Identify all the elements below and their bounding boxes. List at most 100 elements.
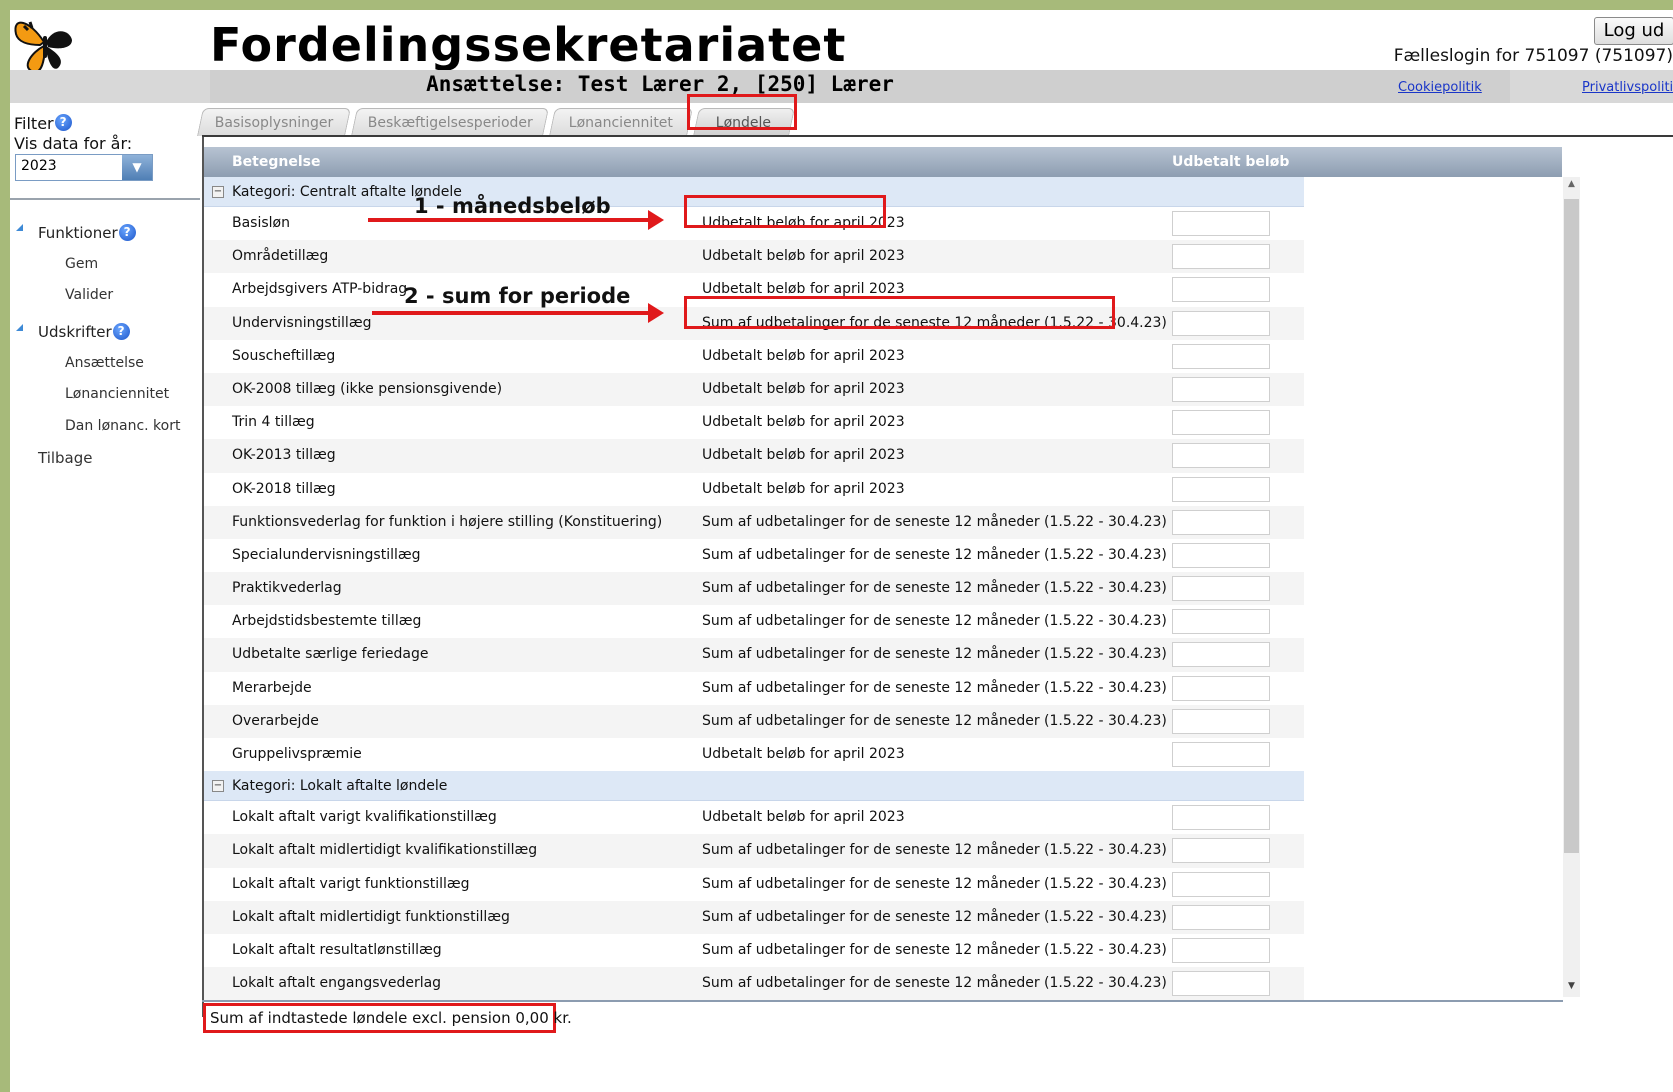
amount-input[interactable] xyxy=(1172,376,1270,402)
amount-input[interactable] xyxy=(1172,838,1270,864)
row-description: Sum af udbetalinger for de seneste 12 må… xyxy=(702,546,1167,563)
row-description: Udbetalt beløb for april 2023 xyxy=(702,380,905,397)
amount-input[interactable] xyxy=(1172,742,1270,767)
row-description: Sum af udbetalinger for de seneste 12 må… xyxy=(702,941,1167,958)
logout-button[interactable]: Log ud xyxy=(1594,17,1673,45)
table-row: Gruppelivspræmie Udbetalt beløb for april… xyxy=(204,738,1304,771)
row-description: Udbetalt beløb for april 2023 xyxy=(702,281,905,298)
row-name: Praktikvederlag xyxy=(232,580,342,597)
amount-input[interactable] xyxy=(1172,708,1270,734)
row-description: Sum af udbetalinger for de seneste 12 må… xyxy=(702,842,1167,859)
row-name: Undervisningstillæg xyxy=(232,314,372,331)
row-name: Arbejdsgivers ATP-bidrag xyxy=(232,281,408,298)
table-row: Overarbejde Sum af udbetalinger for de se… xyxy=(204,704,1304,738)
help-icon[interactable]: ? xyxy=(54,114,72,131)
col-header-udbetalt-beloeb[interactable]: Udbetalt beløb xyxy=(1172,154,1289,170)
dropdown-arrow-icon[interactable]: ▼ xyxy=(122,155,152,180)
collapse-minus-icon[interactable]: − xyxy=(212,186,224,198)
table-row: OK-2008 tillæg (ikke pensionsgivende) Udb… xyxy=(204,372,1304,407)
grid-header: Betegnelse Udbetalt beløb xyxy=(204,147,1562,177)
filter-label: Filter? xyxy=(14,114,72,133)
highlight-box-monthly xyxy=(684,195,886,228)
tab-beskaeftigelsesperioder[interactable]: Beskæftigelsesperioder xyxy=(351,108,549,136)
row-name: Basisløn xyxy=(232,215,290,231)
amount-input[interactable] xyxy=(1172,343,1270,369)
privacy-policy-link[interactable]: Privatlivspolitik xyxy=(1582,80,1673,95)
row-description: Sum af udbetalinger for de seneste 12 må… xyxy=(702,513,1167,530)
amount-input[interactable] xyxy=(1172,642,1270,668)
year-label: Vis data for år: xyxy=(14,134,133,153)
amount-input[interactable] xyxy=(1172,277,1270,303)
help-icon[interactable]: ? xyxy=(112,323,130,340)
amount-input[interactable] xyxy=(1172,244,1270,270)
butterfly-logo-icon xyxy=(14,21,72,73)
help-icon[interactable]: ? xyxy=(118,224,136,241)
tab-basisoplysninger[interactable]: Basisoplysninger xyxy=(197,108,351,136)
amount-input[interactable] xyxy=(1172,310,1270,336)
collapse-minus-icon[interactable]: − xyxy=(212,780,224,793)
nav-item-valider[interactable]: Valider xyxy=(65,287,113,303)
row-name: Lokalt aftalt varigt funktionstillæg xyxy=(232,875,470,892)
amount-input[interactable] xyxy=(1172,675,1270,701)
amount-input[interactable] xyxy=(1172,410,1270,436)
table-row: Merarbejde Sum af udbetalinger for de sen… xyxy=(204,672,1304,705)
amount-input[interactable] xyxy=(1172,904,1270,930)
year-select[interactable]: 2023 ▼ xyxy=(15,154,153,181)
scroll-up-arrow-icon[interactable]: ▲ xyxy=(1563,179,1580,193)
col-header-betegnelse[interactable]: Betegnelse xyxy=(232,154,320,170)
scroll-thumb[interactable] xyxy=(1564,199,1579,853)
nav-item-dan-loenanc-kort[interactable]: Dan lønanc. kort xyxy=(65,418,180,434)
row-description: Udbetalt beløb for april 2023 xyxy=(702,480,905,497)
table-row: Specialundervisningstillæg Sum af udbetal… xyxy=(204,539,1304,572)
nav-functions-label: Funktioner xyxy=(38,224,118,242)
table-row: Lokalt aftalt varigt funktionstillæg Sum … xyxy=(204,868,1304,901)
nav-item-tilbage[interactable]: Tilbage xyxy=(38,449,93,467)
nav-printouts-heading: Udskrifter? xyxy=(38,323,130,341)
row-name: Lokalt aftalt midlertidigt funktionstill… xyxy=(232,908,510,925)
annotation-arrow-2 xyxy=(372,303,664,323)
app-window: Fordelingssekretariatet Log ud Fælleslog… xyxy=(10,10,1673,1092)
row-description: Sum af udbetalinger for de seneste 12 må… xyxy=(702,875,1167,892)
nav-item-ansaettelse[interactable]: Ansættelse xyxy=(65,355,144,371)
row-name: Udbetalte særlige feriedage xyxy=(232,646,429,663)
highlight-box-tab xyxy=(687,94,797,130)
amount-input[interactable] xyxy=(1172,576,1270,602)
amount-input[interactable] xyxy=(1172,509,1270,535)
amount-input[interactable] xyxy=(1172,971,1270,997)
app-title: Fordelingssekretariatet xyxy=(210,18,847,72)
grid-bottom-line xyxy=(202,1000,1563,1002)
amount-input[interactable] xyxy=(1172,937,1270,963)
category-row[interactable]: − Kategori: Lokalt aftalte løndele xyxy=(204,771,1304,802)
row-name: Souscheftillæg xyxy=(232,347,336,364)
amount-input[interactable] xyxy=(1172,609,1270,635)
loendele-grid: Betegnelse Udbetalt beløb − Kategori: Cen… xyxy=(202,137,1563,1017)
expand-triangle-icon[interactable] xyxy=(16,224,23,231)
row-name: Gruppelivspræmie xyxy=(232,746,362,762)
table-row: Lokalt aftalt varigt kvalifikationstillæ… xyxy=(204,801,1304,834)
amount-input[interactable] xyxy=(1172,476,1270,502)
tab-loenanciennitet[interactable]: Lønanciennitet xyxy=(549,108,693,136)
amount-input[interactable] xyxy=(1172,542,1270,568)
table-row: OK-2018 tillæg Udbetalt beløb for april 2… xyxy=(204,473,1304,506)
amount-input[interactable] xyxy=(1172,211,1270,236)
amount-input[interactable] xyxy=(1172,871,1270,897)
expand-triangle-icon[interactable] xyxy=(16,324,23,331)
amount-input[interactable] xyxy=(1172,805,1270,831)
row-name: OK-2008 tillæg (ikke pensionsgivende) xyxy=(232,380,503,397)
left-divider xyxy=(10,198,200,200)
row-name: Overarbejde xyxy=(232,712,319,729)
row-description: Udbetalt beløb for april 2023 xyxy=(702,414,905,431)
sum-highlight-box: Sum af indtastede løndele excl. pension … xyxy=(203,1003,572,1033)
scroll-down-arrow-icon[interactable]: ▼ xyxy=(1563,981,1580,995)
annotation-period: 2 - sum for periode xyxy=(404,284,631,308)
row-name: OK-2018 tillæg xyxy=(232,480,336,497)
nav-item-gem[interactable]: Gem xyxy=(65,256,98,272)
table-row: Områdetillæg Udbetalt beløb for april 202… xyxy=(204,240,1304,274)
nav-item-loenanciennitet[interactable]: Lønanciennitet xyxy=(65,386,169,402)
amount-input[interactable] xyxy=(1172,443,1270,469)
category-label: Kategori: Lokalt aftalte løndele xyxy=(232,778,448,795)
cookie-policy-link[interactable]: Cookiepolitik xyxy=(1398,80,1482,95)
grid-scrollbar[interactable]: ▲ ▼ xyxy=(1563,177,1580,997)
row-description: Sum af udbetalinger for de seneste 12 må… xyxy=(702,646,1167,663)
table-row: Arbejdstidsbestemte tillæg Sum af udbetal… xyxy=(204,605,1304,638)
